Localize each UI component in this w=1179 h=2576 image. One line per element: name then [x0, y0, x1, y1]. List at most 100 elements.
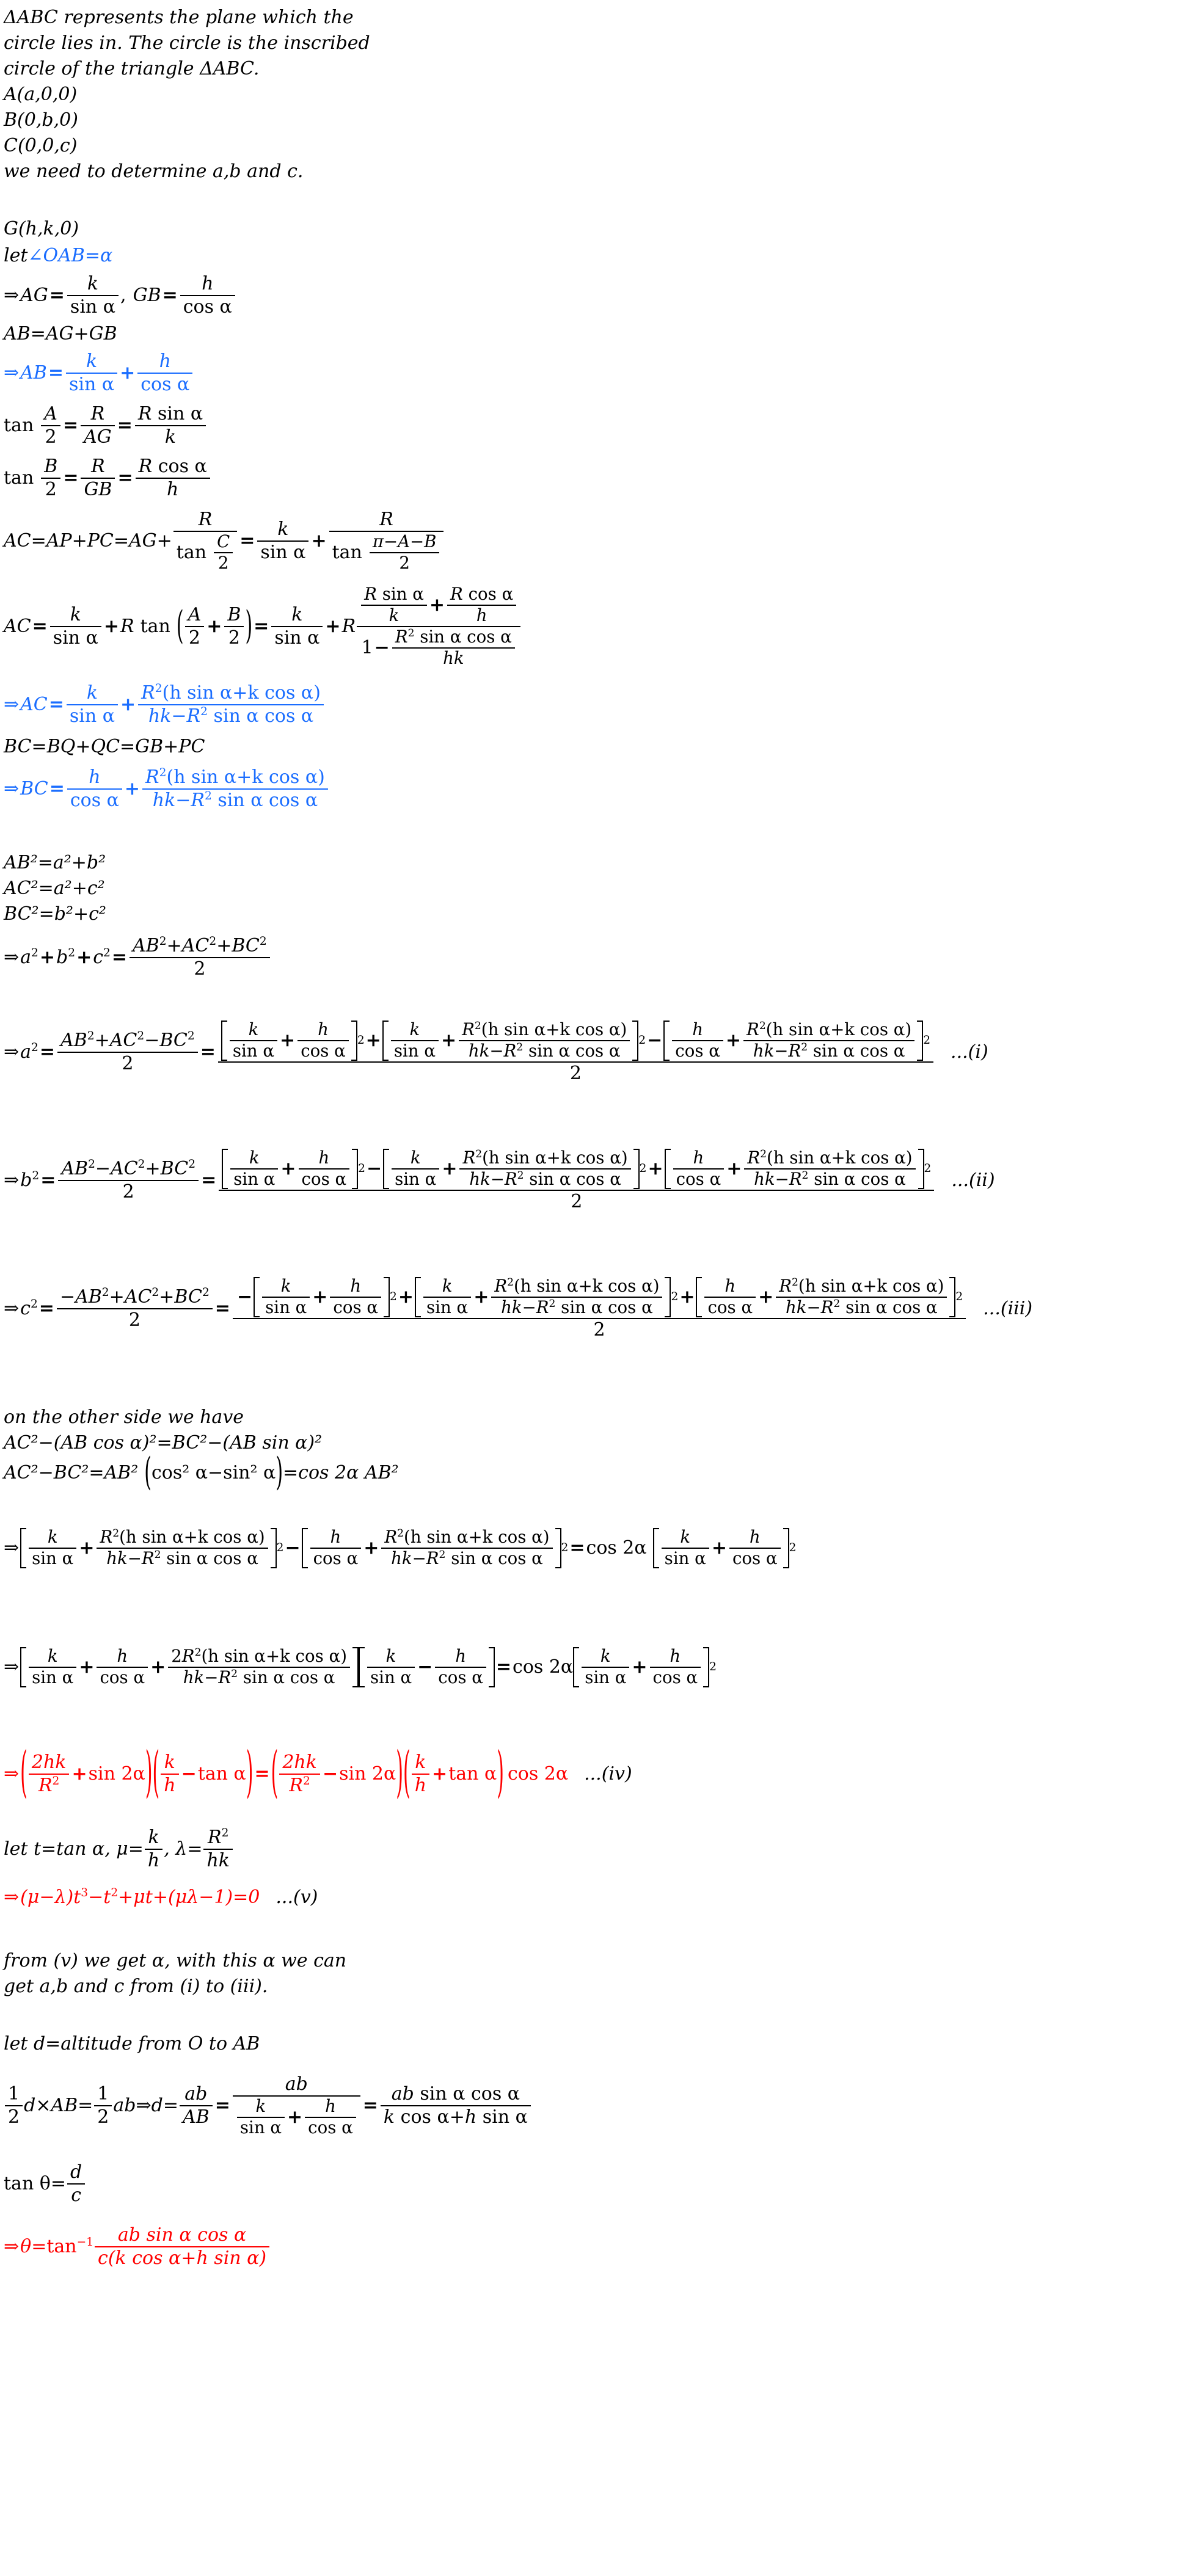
minus-operator: −: [322, 1763, 338, 1785]
numerator-A: A: [184, 605, 205, 627]
denominator-sin-alpha: sin α: [260, 542, 306, 563]
numerator-k: k: [392, 1148, 440, 1170]
fraction-Rsina-over-k: R sin α k: [361, 584, 427, 625]
equals-cos-2alpha-AB2: =cos 2α AB²: [283, 1462, 399, 1483]
angle-oab-definition: ∠OAB=α: [27, 245, 113, 266]
fraction-AB2-minus-AC2-plus-BC2-over-2: AB2−AC2+BC2 2: [58, 1159, 199, 1202]
plus-operator: +: [150, 1656, 166, 1678]
fraction-big-expression-ii-over-2: k sin α + h cos α 2 − k sin α + R2(h sin…: [219, 1148, 935, 1212]
minus-operator: −: [374, 637, 390, 659]
denominator-cos-alpha: cos α: [707, 1297, 753, 1318]
bracket-group-2: k sin α + R2(h sin α+k cos α) hk−R2 sin …: [383, 1148, 640, 1190]
bracket-group-3: k sin α + h cos α: [652, 1527, 789, 1568]
one: 1: [361, 637, 373, 659]
plus-operator: +: [758, 1286, 774, 1308]
bracket-group-1: k sin α + R2(h sin α+k cos α) hk−R2 sin …: [20, 1527, 277, 1568]
right-bracket: [351, 1021, 357, 1061]
numerator-sum-of-fractions: R sin α k + R cos α h: [357, 584, 521, 627]
right-bracket: [555, 1528, 561, 1568]
bracket-contents: h cos α + R2(h sin α+k cos α) hk−R2 sin …: [309, 1527, 554, 1568]
numerator-h: h: [310, 1527, 362, 1549]
ab-implies-d-equals: ab⇒d=: [113, 2095, 178, 2116]
denominator-cos-alpha: cos α: [301, 1041, 346, 1061]
fraction-final-result: ab sin α cos α c(k cos α+h sin α): [95, 2225, 270, 2269]
plus-operator: +: [632, 1656, 648, 1678]
bracket-group-sum: k sin α + h cos α + 2R2(h sin α+k cos α)…: [20, 1646, 359, 1687]
denominator-sin-alpha: sin α: [239, 2117, 282, 2138]
fraction-h-over-cos-alpha: h cos α: [305, 2097, 356, 2138]
ab-label: AB: [20, 362, 47, 384]
numerator-B: B: [224, 605, 244, 627]
denominator-k-cos-plus-h-sin: k cos α+h sin α: [383, 2106, 528, 2128]
implies-arrow: ⇒: [4, 1887, 20, 1908]
equals: =: [39, 1041, 56, 1063]
minus-operator: −: [285, 1537, 301, 1559]
fraction-Rcosa-over-h: R cos α h: [447, 584, 517, 626]
fraction-k-over-sin-alpha: k sin α: [257, 519, 309, 563]
c-squared: c2: [20, 1298, 38, 1319]
numerator-ab: ab: [179, 2084, 213, 2106]
intro-line-3: circle of the triangle ΔABC.: [4, 58, 260, 79]
fraction-R-over-AG: R AG: [81, 404, 115, 447]
fraction-k-over-sin-alpha: k sin α: [390, 1020, 439, 1061]
fraction-k-over-h: k h: [411, 1752, 430, 1796]
denominator-c-k-cos-plus-h-sin: c(k cos α+h sin α): [98, 2247, 267, 2269]
bc-decomposition-line: BC=BQ+QC=GB+PC: [4, 736, 205, 757]
gb-label: GB: [133, 285, 161, 306]
plus-operator: +: [363, 1537, 379, 1559]
numerator-R2-sum: R2(h sin α+k cos α): [381, 1527, 553, 1549]
closing-line-1: from (v) we get α, with this α we can: [4, 1950, 347, 1971]
equals: =: [362, 2095, 378, 2116]
left-bracket: [415, 1277, 422, 1318]
numerator-R: R: [329, 509, 444, 532]
denominator-k-sin-plus-h-cos-fractions: k sin α + h cos α: [233, 2097, 360, 2138]
other-side-line-2: AC²−BC²=AB² ( cos² α−sin² α ) =cos 2α AB…: [4, 1453, 1179, 1491]
fraction-C-over-2: C 2: [214, 532, 233, 573]
tan-theta-line: tan θ= d c: [4, 2155, 1179, 2213]
R-factor: R: [120, 616, 134, 637]
numerator-R2-sum: R2(h sin α+k cos α): [744, 1148, 916, 1170]
right-bracket: [270, 1528, 277, 1568]
bracket-group-3: h cos α + R2(h sin α+k cos α) hk−R2 sin …: [664, 1148, 924, 1190]
denominator-AG: AG: [84, 426, 112, 448]
math-document-page: ΔABC represents the plane which the circ…: [0, 0, 1179, 2576]
denominator-cos-alpha: cos α: [676, 1169, 721, 1190]
numerator-h: h: [97, 1646, 148, 1668]
denominator-h: h: [414, 1775, 427, 1796]
final-theta-line: ⇒ θ=tan−1 ab sin α cos α c(k cos α+h sin…: [4, 2213, 1179, 2280]
implies-arrow: ⇒: [4, 694, 20, 715]
ab-sum-line: AB=AG+GB: [4, 323, 117, 344]
fraction-k-over-h: k h: [144, 1827, 163, 1871]
compound-tangent-addition-fraction: R sin α k + R cos α h 1 − R2 sin α cos α…: [357, 584, 521, 668]
numerator-AB2-plus-AC2-minus-BC2: AB2+AC2−BC2: [57, 1030, 198, 1053]
equals: =: [111, 947, 128, 968]
bracket-group-1: k sin α + h cos α: [254, 1276, 390, 1318]
denominator-cos-alpha: cos α: [333, 1297, 379, 1318]
right-bracket: [918, 1149, 924, 1190]
numerator-R-cos-alpha: R cos α: [135, 456, 210, 479]
numerator-R-cos-alpha: R cos α: [447, 584, 517, 606]
numerator-R2-times-sum: R2(h sin α+k cos α): [142, 767, 328, 790]
fraction-k-over-sin-alpha: k sin α: [67, 274, 119, 317]
equals: =: [38, 1298, 54, 1319]
fraction-k-over-sin-alpha: k sin α: [230, 1148, 279, 1189]
numerator-k: k: [367, 1646, 415, 1668]
numerator-h: h: [435, 1646, 486, 1668]
numerator-R2-sum: R2(h sin α+k cos α): [97, 1527, 268, 1549]
numerator-k: k: [257, 519, 309, 542]
open-paren: (: [20, 1741, 27, 1805]
ac-final-line: ⇒ AC = k sin α + R2(h sin α+k cos α) hk−…: [4, 675, 1179, 734]
comma: ,: [120, 285, 126, 306]
denominator-h: h: [476, 605, 487, 626]
plus-operator: +: [648, 1158, 663, 1180]
equals: =: [495, 1656, 512, 1678]
open-paren: (: [152, 1741, 160, 1805]
fraction-k-over-sin-alpha: k sin α: [66, 683, 119, 726]
denominator-hk-minus: hk−R2 sin α cos α: [106, 1548, 258, 1568]
fraction-sum-squares-over-2: AB2+AC2+BC2 2: [130, 936, 270, 979]
numerator-pi-A-B: π−A−B: [369, 532, 440, 553]
equals: =: [32, 616, 48, 637]
equals: =: [214, 2095, 230, 2116]
fraction-R2-over-hk-minus: R2(h sin α+k cos α) hk−R2 sin α cos α: [459, 1148, 631, 1189]
